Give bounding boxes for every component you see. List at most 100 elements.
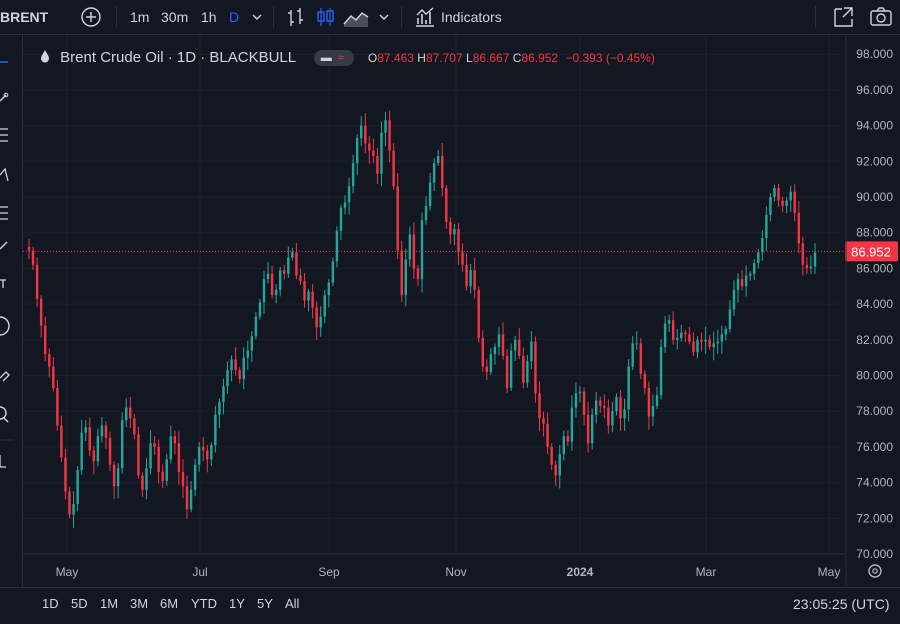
interval-30m[interactable]: 30m xyxy=(161,0,188,34)
fullscreen-button[interactable] xyxy=(832,0,854,34)
emoji-icon[interactable] xyxy=(0,316,10,336)
candle xyxy=(453,223,456,246)
candle xyxy=(169,425,173,464)
area-style-button[interactable] xyxy=(342,0,370,34)
range-5d[interactable]: 5D xyxy=(71,588,88,620)
candle xyxy=(509,343,513,392)
candle xyxy=(684,329,687,343)
candle xyxy=(291,247,294,261)
candle xyxy=(449,217,452,245)
candle xyxy=(688,326,691,345)
toolbar-divider xyxy=(116,6,117,28)
time-tick-label: Jul xyxy=(192,565,207,579)
zoom-icon[interactable] xyxy=(0,406,7,420)
legend-toggle[interactable]: ▬ ≈ xyxy=(313,50,354,67)
candle xyxy=(611,401,614,433)
candle xyxy=(133,414,136,440)
text-tool-icon[interactable] xyxy=(0,279,6,288)
range-3m[interactable]: 3M xyxy=(130,588,148,620)
toolbar-divider xyxy=(273,6,274,28)
candle xyxy=(218,398,221,429)
pattern-icon[interactable] xyxy=(0,167,9,182)
candle xyxy=(96,428,100,467)
candle xyxy=(789,185,792,212)
candle xyxy=(262,270,266,314)
candle xyxy=(603,394,606,419)
price-tick-label: 98.000 xyxy=(856,47,893,61)
interval-dropdown-button[interactable] xyxy=(250,0,264,34)
range-all[interactable]: All xyxy=(285,588,299,620)
candle xyxy=(635,331,638,350)
candle xyxy=(88,417,91,457)
brush-icon[interactable] xyxy=(0,241,8,250)
candle xyxy=(347,177,351,215)
interval-d[interactable]: D xyxy=(229,0,239,34)
plus-circle-icon xyxy=(81,7,101,27)
interval-1m[interactable]: 1m xyxy=(130,0,149,34)
drawing-toolbar xyxy=(0,35,23,619)
trend-line-icon[interactable] xyxy=(0,94,7,102)
price-tick-label: 78.000 xyxy=(856,404,893,418)
candle xyxy=(562,430,566,461)
fib-retracement-icon[interactable] xyxy=(0,128,8,142)
candle xyxy=(323,289,326,324)
candle xyxy=(165,453,168,487)
candle xyxy=(566,430,570,446)
bar-style-button[interactable] xyxy=(285,0,307,34)
range-ytd[interactable]: YTD xyxy=(191,588,217,620)
range-1y[interactable]: 1Y xyxy=(229,588,245,620)
candle xyxy=(27,239,31,260)
candle xyxy=(732,280,736,317)
candle xyxy=(108,431,112,472)
candle xyxy=(335,226,339,268)
snapshot-button[interactable] xyxy=(869,0,893,34)
utc-clock[interactable]: 23:05:25 (UTC) xyxy=(793,588,889,620)
candle xyxy=(724,326,728,341)
high-label: H xyxy=(417,51,426,65)
prediction-icon[interactable] xyxy=(0,206,8,220)
candle xyxy=(76,466,79,512)
candle xyxy=(801,236,805,276)
candle xyxy=(210,442,213,466)
candle xyxy=(769,193,772,222)
price-chart[interactable]: 86.952 98.000 96.000 94.000 92.000 90.000 88.… xyxy=(23,35,900,586)
candle xyxy=(311,284,314,319)
candle xyxy=(35,257,39,307)
symbol-title[interactable]: Brent Crude Oil · 1D · BLACKBULL xyxy=(60,49,295,66)
symbol-search[interactable]: BRENT xyxy=(0,0,48,34)
candle xyxy=(149,430,152,475)
range-1m[interactable]: 1M xyxy=(100,588,118,620)
candle xyxy=(145,458,148,500)
chart-pane[interactable]: 86.952 98.000 96.000 94.000 92.000 90.000 88.… xyxy=(23,35,900,586)
low-value: 86.667 xyxy=(472,51,510,65)
candle xyxy=(441,142,444,197)
candle xyxy=(185,475,189,519)
change-value: −0.393 (−0.45%) xyxy=(565,51,655,65)
candle xyxy=(445,185,448,229)
candle xyxy=(120,412,124,474)
interval-1h[interactable]: 1h xyxy=(201,0,217,34)
price-tick-label: 70.000 xyxy=(856,547,893,561)
area-chart-icon xyxy=(343,12,369,27)
candle xyxy=(595,391,598,424)
range-1d[interactable]: 1D xyxy=(42,588,59,620)
candle xyxy=(651,394,655,426)
candle xyxy=(404,248,408,307)
range-6m[interactable]: 6M xyxy=(160,588,178,620)
candles-style-button[interactable] xyxy=(314,0,336,34)
range-5y[interactable]: 5Y xyxy=(257,588,273,620)
compare-symbol-button[interactable] xyxy=(80,0,102,34)
candle xyxy=(457,223,460,265)
candle xyxy=(809,255,813,274)
ruler-icon[interactable] xyxy=(0,371,10,382)
candle xyxy=(72,491,75,528)
indicators-button[interactable]: Indicators xyxy=(414,0,514,34)
chevron-down-icon xyxy=(379,14,389,20)
magnet-icon[interactable] xyxy=(0,455,6,468)
gear-icon[interactable] xyxy=(868,564,882,578)
candle xyxy=(278,266,282,297)
candle xyxy=(736,273,740,303)
candle xyxy=(761,230,764,261)
chart-style-dropdown-button[interactable] xyxy=(377,0,391,34)
candle xyxy=(222,378,225,415)
